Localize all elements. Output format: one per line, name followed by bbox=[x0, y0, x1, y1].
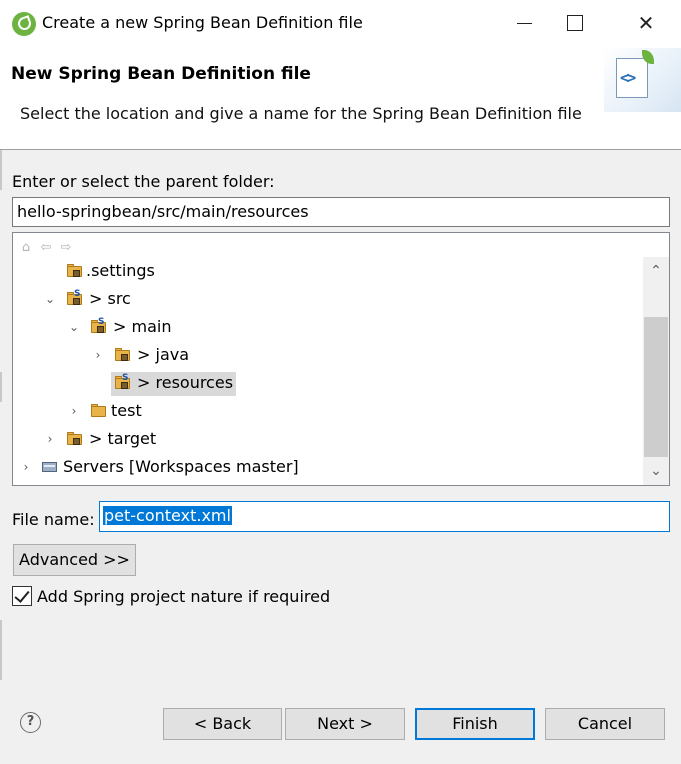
tree-row-label: test bbox=[111, 401, 142, 420]
tree-row[interactable]: .settings bbox=[13, 257, 643, 285]
chevron-right-icon[interactable]: › bbox=[43, 429, 57, 449]
scrollbar-thumb[interactable] bbox=[644, 317, 668, 457]
back-button[interactable]: < Back bbox=[163, 708, 282, 740]
tree-row-label: Servers [Workspaces master] bbox=[63, 457, 299, 476]
folder-icon bbox=[91, 404, 107, 417]
tree-row[interactable]: ⌄ S > src bbox=[13, 285, 643, 313]
maximize-button[interactable] bbox=[550, 0, 600, 48]
wizard-header: New Spring Bean Definition file Select t… bbox=[0, 48, 681, 150]
spring-app-icon bbox=[12, 12, 36, 36]
window-edge bbox=[0, 150, 2, 190]
tree-row-label: > java bbox=[137, 345, 190, 364]
minimize-button[interactable] bbox=[500, 0, 550, 48]
tree-row[interactable]: ⌄ S > main bbox=[13, 313, 643, 341]
window-edge bbox=[0, 372, 2, 402]
close-icon: ✕ bbox=[637, 11, 655, 35]
finish-button[interactable]: Finish bbox=[415, 708, 535, 740]
tree-scrollbar[interactable]: ⌃ ⌄ bbox=[643, 257, 669, 485]
spring-nature-checkbox[interactable] bbox=[12, 586, 32, 606]
file-name-label: File name: bbox=[12, 510, 95, 529]
tree-row[interactable]: › Servers [Workspaces master] bbox=[13, 453, 643, 481]
chevron-right-icon[interactable]: › bbox=[19, 457, 33, 477]
tree-row-label: > resources bbox=[137, 373, 234, 392]
server-project-icon bbox=[42, 460, 59, 474]
scroll-up-icon[interactable]: ⌃ bbox=[643, 257, 669, 285]
window-title: Create a new Spring Bean Definition file bbox=[42, 13, 363, 32]
tree-row[interactable]: › > java bbox=[13, 341, 643, 369]
folder-icon bbox=[67, 264, 83, 277]
home-icon[interactable]: ⌂ bbox=[17, 239, 35, 257]
title-bar: Create a new Spring Bean Definition file… bbox=[0, 0, 681, 48]
tree-row-label: > main bbox=[113, 317, 172, 336]
tree-toolbar: ⌂ ⇦ ⇨ bbox=[17, 236, 87, 256]
chevron-down-icon[interactable]: ⌄ bbox=[43, 289, 57, 309]
wizard-description: Select the location and give a name for … bbox=[20, 104, 582, 123]
folder-tree[interactable]: ⌂ ⇦ ⇨ .settings ⌄ S > src ⌄ S > main › > j… bbox=[12, 232, 670, 486]
tree-row-selected[interactable]: S > resources bbox=[13, 369, 643, 397]
forward-arrow-icon[interactable]: ⇨ bbox=[57, 239, 75, 257]
chevron-down-icon[interactable]: ⌄ bbox=[67, 317, 81, 337]
wizard-title: New Spring Bean Definition file bbox=[11, 64, 311, 84]
source-folder-icon: S bbox=[115, 373, 131, 389]
tree-row-label: > target bbox=[89, 429, 157, 448]
tree-row-label: .settings bbox=[86, 261, 155, 280]
folder-icon bbox=[115, 348, 131, 361]
next-button[interactable]: Next > bbox=[285, 708, 405, 740]
tree-row-label: > src bbox=[89, 289, 131, 308]
chevron-right-icon[interactable]: › bbox=[91, 345, 105, 365]
folder-icon bbox=[67, 432, 83, 445]
wizard-banner-image: <> bbox=[604, 48, 681, 112]
tree-rows: .settings ⌄ S > src ⌄ S > main › > java … bbox=[13, 257, 643, 485]
tree-row[interactable]: › > target bbox=[13, 425, 643, 453]
scroll-down-icon[interactable]: ⌄ bbox=[643, 457, 669, 485]
source-folder-icon: S bbox=[67, 289, 83, 305]
close-button[interactable]: ✕ bbox=[618, 0, 674, 48]
back-arrow-icon[interactable]: ⇦ bbox=[37, 239, 55, 257]
parent-folder-input[interactable]: hello-springbean/src/main/resources bbox=[12, 197, 670, 227]
window-edge bbox=[0, 620, 2, 680]
file-name-input[interactable]: pet-context.xml bbox=[99, 501, 670, 532]
source-folder-icon: S bbox=[91, 317, 107, 333]
file-name-value: pet-context.xml bbox=[103, 506, 232, 525]
xml-file-icon: <> bbox=[616, 58, 648, 98]
help-icon[interactable]: ? bbox=[20, 712, 41, 733]
cancel-button[interactable]: Cancel bbox=[545, 708, 665, 740]
tree-row[interactable]: › test bbox=[13, 397, 643, 425]
chevron-right-icon[interactable]: › bbox=[67, 401, 81, 421]
spring-nature-label: Add Spring project nature if required bbox=[37, 587, 331, 606]
parent-folder-label: Enter or select the parent folder: bbox=[12, 172, 275, 191]
advanced-button[interactable]: Advanced >> bbox=[13, 544, 136, 576]
